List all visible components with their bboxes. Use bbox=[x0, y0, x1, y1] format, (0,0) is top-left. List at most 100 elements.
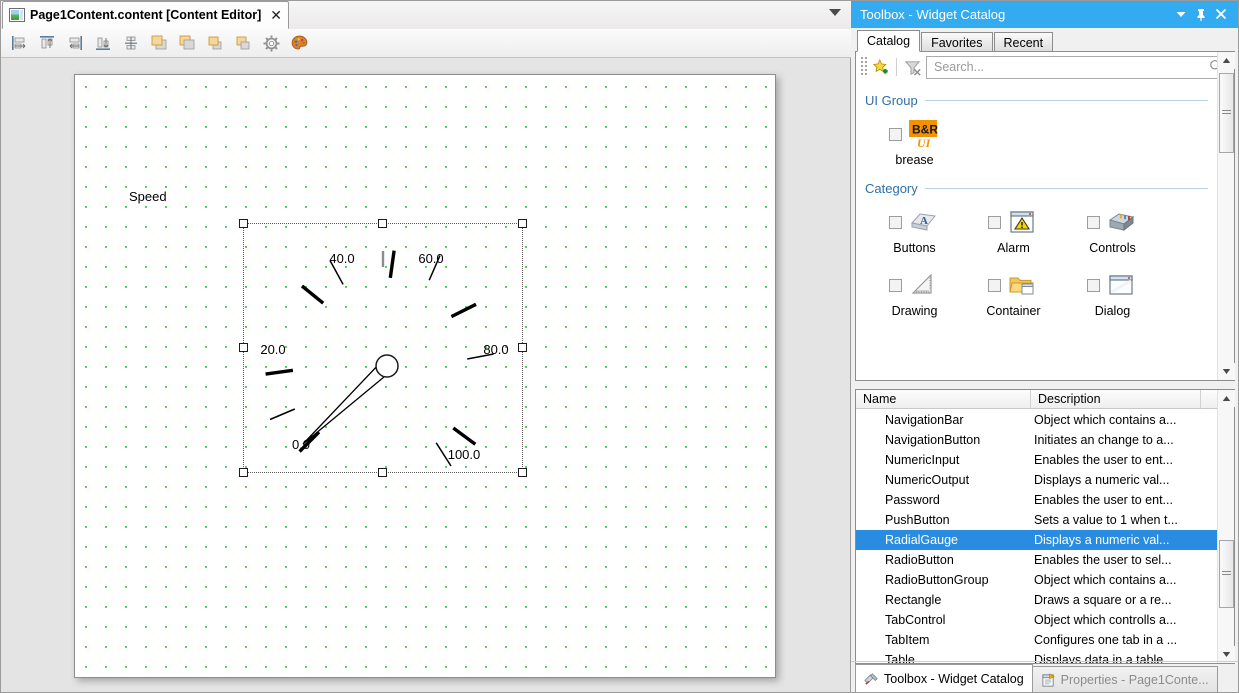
list-item-name: NumericInput bbox=[885, 453, 960, 467]
drawing-icon bbox=[906, 269, 940, 301]
application-window: Page1Content.content [Content Editor] ✕ bbox=[0, 0, 1239, 693]
radial-gauge-widget[interactable]: 0.0 20.0 40.0 60.0 80.0 100.0 bbox=[239, 219, 527, 477]
resize-handle-top-left[interactable] bbox=[239, 219, 248, 228]
scroll-thumb-grip bbox=[1222, 110, 1231, 116]
category-item-drawing[interactable]: Drawing bbox=[865, 267, 964, 318]
bring-to-front-button[interactable] bbox=[146, 31, 172, 55]
category-drawing-label: Drawing bbox=[891, 304, 938, 318]
tab-page1content[interactable]: Page1Content.content [Content Editor] ✕ bbox=[2, 1, 289, 29]
category-drawing-checkbox[interactable] bbox=[889, 278, 902, 292]
clear-filter-button[interactable] bbox=[900, 56, 924, 78]
resize-handle-bottom-left[interactable] bbox=[239, 468, 248, 477]
list-item-description: Displays a numeric val... bbox=[1034, 533, 1170, 547]
category-dialog-checkbox[interactable] bbox=[1087, 278, 1100, 292]
category-item-alarm[interactable]: Alarm bbox=[964, 204, 1063, 255]
tab-close-icon[interactable]: ✕ bbox=[270, 8, 282, 22]
bottom-tab-toolbox-label: Toolbox - Widget Catalog bbox=[884, 672, 1024, 686]
widget-list-body[interactable]: NavigationBar Object which contains a... … bbox=[856, 410, 1217, 663]
list-item[interactable]: NumericInput Enables the user to ent... bbox=[856, 450, 1217, 470]
category-controls-checkbox[interactable] bbox=[1087, 215, 1100, 229]
list-item-name: NumericOutput bbox=[885, 473, 970, 487]
list-item[interactable]: RadioButtonGroup Object which contains a.… bbox=[856, 570, 1217, 590]
search-input[interactable] bbox=[932, 59, 1209, 75]
catalog-scroll-thumb[interactable] bbox=[1219, 73, 1234, 153]
panel-pin-button[interactable] bbox=[1191, 4, 1211, 24]
list-item-name: RadialGauge bbox=[885, 533, 958, 547]
list-item[interactable]: PushButton Sets a value to 1 when t... bbox=[856, 510, 1217, 530]
list-item[interactable]: TabControl Object which controlls a... bbox=[856, 610, 1217, 630]
ui-group-header: UI Group bbox=[865, 93, 1216, 108]
align-top-button[interactable] bbox=[34, 31, 60, 55]
align-left-button[interactable] bbox=[6, 31, 32, 55]
list-scroll-up-button[interactable] bbox=[1218, 390, 1235, 407]
panel-close-button[interactable] bbox=[1211, 4, 1231, 24]
resize-handle-bottom-right[interactable] bbox=[518, 468, 527, 477]
category-item-container[interactable]: Container bbox=[964, 267, 1063, 318]
list-item[interactable]: NumericOutput Displays a numeric val... bbox=[856, 470, 1217, 490]
align-bottom-button[interactable] bbox=[90, 31, 116, 55]
list-item[interactable]: NavigationButton Initiates an change to a… bbox=[856, 430, 1217, 450]
label-speed[interactable]: Speed bbox=[129, 189, 167, 204]
resize-handle-middle-right[interactable] bbox=[518, 343, 527, 352]
page-design-canvas[interactable]: Speed 0.0 20.0 40.0 60.0 80.0 100.0 bbox=[74, 74, 776, 678]
catalog-scroll-down-button[interactable] bbox=[1218, 363, 1235, 380]
tab-favorites[interactable]: Favorites bbox=[921, 32, 993, 52]
content-editor-icon bbox=[9, 8, 25, 22]
send-backward-button[interactable] bbox=[230, 31, 256, 55]
category-alarm-label: Alarm bbox=[997, 241, 1030, 255]
container-icon bbox=[1005, 269, 1039, 301]
align-right-button[interactable] bbox=[62, 31, 88, 55]
distribute-vertical-button[interactable] bbox=[118, 31, 144, 55]
list-item-description: Enables the user to ent... bbox=[1034, 453, 1173, 467]
tab-list-dropdown-icon[interactable] bbox=[829, 9, 841, 16]
list-item[interactable]: NavigationBar Object which contains a... bbox=[856, 410, 1217, 430]
list-item-radialgauge-selected[interactable]: RadialGauge Displays a numeric val... bbox=[856, 530, 1217, 550]
ui-group-item-checkbox[interactable] bbox=[889, 127, 902, 141]
svg-text:A: A bbox=[920, 215, 928, 227]
ui-group-item-brease[interactable]: B&R UI brease bbox=[865, 116, 964, 167]
svg-text:B&R: B&R bbox=[912, 123, 938, 137]
panel-menu-button[interactable] bbox=[1171, 4, 1191, 24]
tab-catalog[interactable]: Catalog bbox=[857, 30, 921, 52]
category-item-buttons[interactable]: A Buttons bbox=[865, 204, 964, 255]
tab-recent[interactable]: Recent bbox=[993, 32, 1054, 52]
catalog-scroll-content: UI Group B&R UI brease Category A Button… bbox=[857, 83, 1216, 379]
palette-button[interactable] bbox=[286, 31, 312, 55]
category-item-controls[interactable]: Controls bbox=[1063, 204, 1162, 255]
search-input-wrapper[interactable] bbox=[926, 55, 1229, 79]
category-buttons-checkbox[interactable] bbox=[889, 215, 902, 229]
resize-handle-top-center[interactable] bbox=[378, 219, 387, 228]
send-to-back-button[interactable] bbox=[174, 31, 200, 55]
widget-list-vertical-scrollbar[interactable] bbox=[1217, 390, 1235, 663]
resize-handle-bottom-center[interactable] bbox=[378, 468, 387, 477]
list-scroll-thumb[interactable] bbox=[1219, 540, 1234, 608]
settings-button[interactable] bbox=[258, 31, 284, 55]
category-item-dialog[interactable]: Dialog bbox=[1063, 267, 1162, 318]
bottom-tab-properties[interactable]: Properties - Page1Conte... bbox=[1031, 666, 1218, 693]
toolbox-title-bar: Toolbox - Widget Catalog bbox=[851, 0, 1239, 28]
ui-group-rule bbox=[924, 100, 1208, 101]
ui-group-item-label: brease bbox=[895, 153, 934, 167]
list-item[interactable]: RadioButton Enables the user to sel... bbox=[856, 550, 1217, 570]
resize-handle-top-right[interactable] bbox=[518, 219, 527, 228]
toolstrip-grip[interactable] bbox=[861, 57, 867, 77]
list-item[interactable]: Password Enables the user to ent... bbox=[856, 490, 1217, 510]
bottom-tab-toolbox[interactable]: Toolbox - Widget Catalog bbox=[855, 664, 1033, 693]
controls-icon bbox=[1104, 206, 1138, 238]
catalog-toolstrip bbox=[856, 52, 1234, 82]
list-item[interactable]: TabItem Configures one tab in a ... bbox=[856, 630, 1217, 650]
add-to-favorites-button[interactable] bbox=[869, 56, 893, 78]
column-header-name[interactable]: Name bbox=[856, 389, 1031, 409]
resize-handle-middle-left[interactable] bbox=[239, 343, 248, 352]
list-item-description: Object which contains a... bbox=[1034, 413, 1177, 427]
list-item-description: Object which controlls a... bbox=[1034, 613, 1177, 627]
category-container-checkbox[interactable] bbox=[988, 278, 1001, 292]
list-item-description: Enables the user to sel... bbox=[1034, 553, 1172, 567]
toolstrip-separator bbox=[896, 58, 897, 76]
category-alarm-checkbox[interactable] bbox=[988, 215, 1001, 229]
catalog-vertical-scrollbar[interactable] bbox=[1217, 52, 1235, 380]
list-item[interactable]: Rectangle Draws a square or a re... bbox=[856, 590, 1217, 610]
column-header-description[interactable]: Description bbox=[1031, 389, 1201, 409]
bring-forward-button[interactable] bbox=[202, 31, 228, 55]
catalog-scroll-up-button[interactable] bbox=[1218, 52, 1235, 69]
